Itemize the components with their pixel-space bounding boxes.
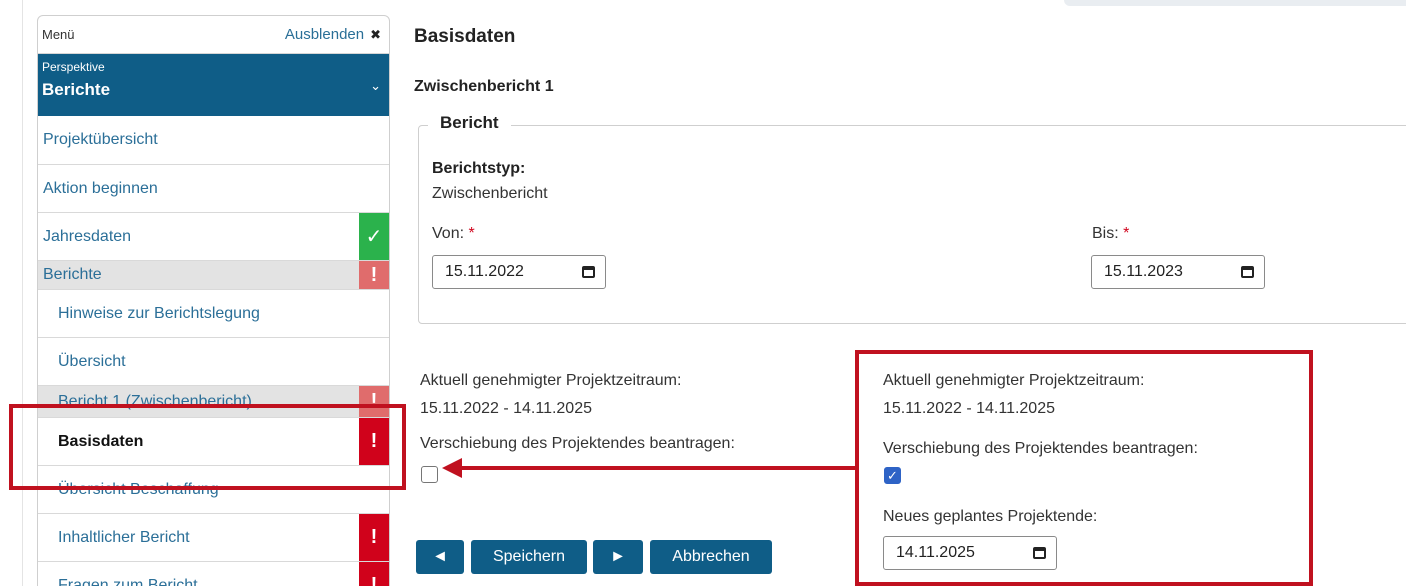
cancel-button[interactable]: Abbrechen: [650, 540, 772, 574]
report-type-label: Berichtstyp:: [432, 160, 526, 177]
left-divider: [22, 0, 23, 586]
fieldset-legend: Bericht: [428, 113, 511, 133]
sidebar-item-inhaltlicher-bericht[interactable]: Inhaltlicher Bericht !: [38, 514, 389, 562]
hide-menu-label: Ausblenden: [284, 26, 365, 43]
highlight-box-sidebar: [9, 404, 406, 490]
from-date-input[interactable]: 15.11.2022: [432, 255, 606, 289]
next-button[interactable]: ►: [593, 540, 643, 574]
sidebar-item-label: Projektübersicht: [43, 131, 158, 148]
postpone-checkbox[interactable]: [421, 466, 438, 483]
sidebar-item-label: Übersicht: [58, 352, 126, 370]
calendar-icon[interactable]: [1241, 266, 1254, 278]
sidebar-item-label: Inhaltlicher Bericht: [58, 528, 190, 546]
sidebar-item-berichte[interactable]: Berichte !: [38, 261, 389, 290]
report-type-value: Zwischenbericht: [432, 185, 548, 202]
warning-icon: !: [359, 562, 389, 586]
warning-icon: !: [359, 514, 389, 561]
sidebar-item-label: Fragen zum Bericht: [58, 576, 198, 586]
sidebar-item-aktion-beginnen[interactable]: Aktion beginnen: [38, 165, 389, 213]
sidebar-item-hinweise[interactable]: Hinweise zur Berichtslegung: [38, 290, 389, 338]
sidebar-item-uebersicht[interactable]: Übersicht: [38, 338, 389, 386]
to-label: Bis: *: [1092, 225, 1130, 242]
sidebar-item-label: Berichte: [43, 266, 102, 283]
to-date-value: 15.11.2023: [1104, 263, 1183, 280]
to-date-input[interactable]: 15.11.2023: [1091, 255, 1265, 289]
previous-button[interactable]: ◄: [416, 540, 464, 574]
sidebar-item-jahresdaten[interactable]: Jahresdaten ✓: [38, 213, 389, 261]
report-subtitle: Zwischenbericht 1: [414, 78, 554, 95]
annotation-arrow-line: [460, 466, 859, 470]
menu-header: Menü Ausblenden ✖: [38, 16, 389, 54]
approved-period-value: 15.11.2022 - 14.11.2025: [420, 400, 592, 417]
perspective-select[interactable]: Perspektive Berichte ⌄: [38, 54, 389, 116]
approved-period-label: Aktuell genehmigter Projektzeitraum:: [420, 372, 682, 389]
sidebar: Menü Ausblenden ✖ Perspektive Berichte ⌄…: [37, 15, 390, 586]
check-icon: ✓: [359, 213, 389, 260]
sidebar-item-label: Jahresdaten: [43, 227, 132, 245]
save-button[interactable]: Speichern: [471, 540, 587, 574]
report-fieldset: [418, 125, 1406, 324]
highlight-box-detail: [855, 350, 1313, 586]
page-title: Basisdaten: [414, 26, 516, 47]
sidebar-item-label: Hinweise zur Berichtslegung: [58, 304, 260, 322]
warning-icon: !: [359, 261, 389, 289]
sidebar-item-projektuebersicht[interactable]: Projektübersicht: [38, 116, 389, 165]
from-date-value: 15.11.2022: [445, 263, 524, 280]
from-label: Von: *: [432, 225, 475, 242]
postpone-label: Verschiebung des Projektendes beantragen…: [420, 435, 735, 452]
perspective-label: Perspektive: [42, 60, 105, 74]
sidebar-item-fragen[interactable]: Fragen zum Bericht !: [38, 562, 389, 586]
calendar-icon[interactable]: [582, 266, 595, 278]
sidebar-item-label: Aktion beginnen: [43, 179, 158, 197]
hide-menu-button[interactable]: Ausblenden ✖: [285, 26, 381, 43]
menu-label: Menü: [42, 27, 75, 42]
arrow-head-icon: [442, 458, 462, 478]
chevron-down-icon: ⌄: [370, 78, 381, 93]
top-right-panel-edge: [1064, 0, 1406, 6]
close-icon: ✖: [370, 26, 381, 42]
perspective-value: Berichte: [42, 80, 111, 99]
